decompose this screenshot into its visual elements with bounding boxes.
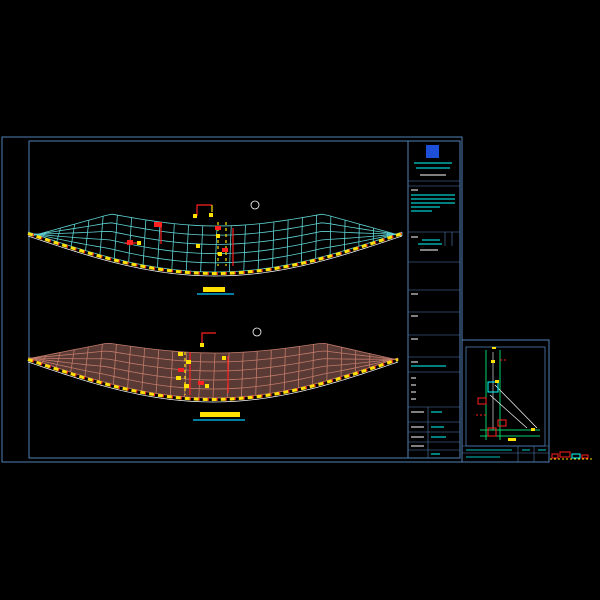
mesh-vertical-cable xyxy=(142,219,147,265)
mesh-vertical-cable xyxy=(99,216,104,255)
title-block xyxy=(408,145,460,458)
top-view-caption-label xyxy=(203,287,225,292)
inner-border xyxy=(28,140,461,459)
mesh-vertical-cable xyxy=(344,220,346,251)
mesh-vertical-cable xyxy=(300,217,303,262)
bottom-mesh-view xyxy=(27,327,399,421)
mesh-vertical-cable xyxy=(128,217,133,262)
title-block-text-marks xyxy=(411,189,455,455)
mesh-vertical-cable xyxy=(214,225,218,273)
mesh-vertical-cable xyxy=(286,219,289,265)
mesh-vertical-cable xyxy=(228,225,232,272)
company-name-lines xyxy=(414,162,452,176)
mesh-vertical-cable xyxy=(200,225,204,272)
title-block-rows xyxy=(408,180,460,458)
mesh-vertical-cable xyxy=(70,224,76,247)
mesh-vertical-cable xyxy=(315,215,318,259)
company-logo-icon xyxy=(426,145,439,158)
top-mesh-red-nodes xyxy=(127,222,228,252)
mesh-vertical-cable xyxy=(243,224,246,271)
top-mesh-view xyxy=(27,200,403,295)
cad-drawing-canvas xyxy=(1,136,594,463)
mesh-vertical-cable xyxy=(157,221,161,268)
mesh-vertical-cable xyxy=(113,215,118,259)
top-mesh-grid xyxy=(27,213,403,273)
detail-sheet xyxy=(461,339,594,463)
detail-outer-border xyxy=(461,339,550,463)
section-marker-icon xyxy=(252,327,262,337)
section-marker-icon xyxy=(250,200,260,210)
detail-small-parts xyxy=(550,451,594,460)
mesh-vertical-cable xyxy=(185,224,189,271)
mesh-vertical-cable xyxy=(171,223,175,270)
mesh-vertical-cable xyxy=(272,221,275,268)
mesh-vertical-cable xyxy=(257,223,261,270)
detail-section-drawing xyxy=(476,347,540,441)
bottom-view-caption-label xyxy=(200,412,240,417)
detail-title-rows xyxy=(462,445,549,462)
top-mesh-yellow-nodes xyxy=(137,213,222,256)
mesh-vertical-cable xyxy=(329,216,332,255)
detail-inner-border xyxy=(465,346,546,447)
mesh-vertical-cable xyxy=(85,220,90,251)
